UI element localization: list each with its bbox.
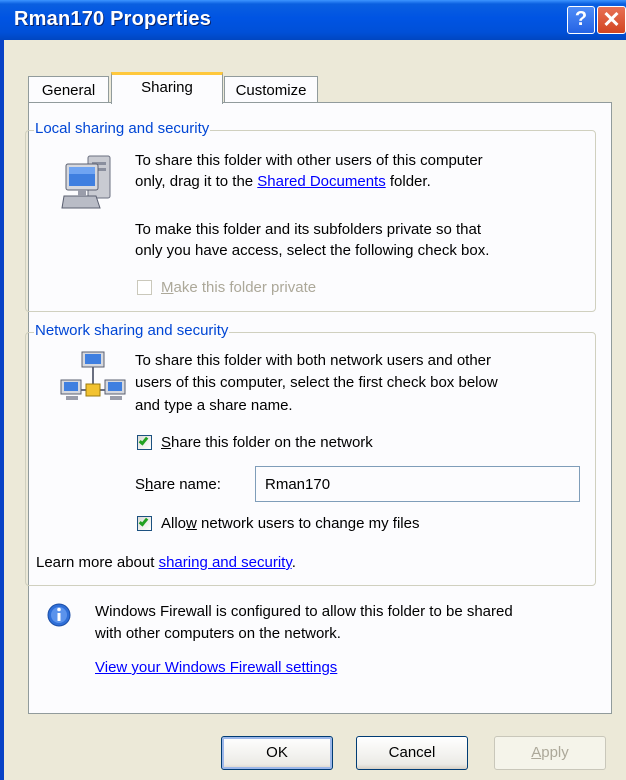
window-title: Rman170 Properties bbox=[14, 8, 212, 30]
apply-button-text: pply bbox=[541, 744, 569, 761]
title-bar[interactable]: Rman170 Properties ? ✕ bbox=[0, 0, 626, 40]
allow-change-files-checkbox[interactable] bbox=[137, 516, 152, 531]
make-private-label: Make this folder private bbox=[161, 278, 316, 298]
learn-more-suffix: . bbox=[291, 554, 296, 571]
share-name-input[interactable] bbox=[255, 466, 580, 502]
network-sharing-group-title: Network sharing and security bbox=[34, 322, 230, 339]
learn-more-line: Learn more about sharing and security. bbox=[36, 553, 296, 573]
shared-documents-link[interactable]: Shared Documents bbox=[257, 173, 385, 190]
local-description-line2-text: only, drag it to the bbox=[135, 173, 254, 190]
make-private-checkbox[interactable] bbox=[137, 280, 152, 295]
network-description-line1: To share this folder with both network u… bbox=[135, 352, 492, 369]
learn-more-prefix: Learn more about bbox=[36, 554, 155, 571]
make-private-label-accesskey: M bbox=[161, 279, 174, 296]
tab-sharing[interactable]: Sharing bbox=[111, 72, 223, 104]
share-on-network-text: hare this folder on the network bbox=[171, 434, 373, 451]
network-icon bbox=[60, 351, 126, 400]
help-button[interactable]: ? bbox=[567, 6, 595, 34]
apply-button[interactable]: Apply bbox=[494, 736, 606, 770]
local-description-line1: To share this folder with other users of… bbox=[135, 152, 483, 169]
local-description-line2-end: folder. bbox=[389, 173, 431, 190]
share-name-label-start: S bbox=[135, 476, 146, 493]
share-on-network-label: Share this folder on the network bbox=[161, 433, 373, 453]
window-left-border bbox=[0, 40, 4, 780]
share-name-label: Share name: bbox=[135, 475, 221, 495]
make-private-label-text: ake this folder private bbox=[173, 279, 317, 296]
allow-change-files-text-end: network users to change my files bbox=[196, 515, 420, 532]
properties-dialog: Rman170 Properties ? ✕ General Sharing C… bbox=[0, 0, 626, 780]
firewall-message-line2: with other computers on the network. bbox=[95, 625, 341, 642]
tab-general[interactable]: General bbox=[28, 76, 109, 103]
sharing-security-link[interactable]: sharing and security bbox=[159, 554, 292, 571]
info-icon bbox=[47, 603, 71, 627]
allow-change-files-text-start: Allo bbox=[161, 515, 187, 532]
computer-icon bbox=[61, 155, 111, 209]
share-on-network-checkbox[interactable] bbox=[137, 435, 152, 450]
share-on-network-accesskey: S bbox=[161, 434, 172, 451]
checkmark-icon bbox=[138, 435, 149, 446]
cancel-button[interactable]: Cancel bbox=[356, 736, 468, 770]
share-name-label-end: are name: bbox=[153, 476, 221, 493]
local-description-line2: only, drag it to the Shared Documents fo… bbox=[135, 172, 431, 192]
apply-button-accesskey: A bbox=[531, 744, 542, 761]
firewall-message-line1: Windows Firewall is configured to allow … bbox=[95, 603, 513, 620]
allow-change-files-accesskey: w bbox=[186, 515, 197, 532]
network-description-line3: and type a share name. bbox=[135, 397, 293, 414]
network-description-line2: users of this computer, select the first… bbox=[135, 374, 498, 391]
firewall-settings-link[interactable]: View your Windows Firewall settings bbox=[95, 658, 337, 678]
ok-button[interactable]: OK bbox=[221, 736, 333, 770]
tab-customize[interactable]: Customize bbox=[224, 76, 318, 103]
close-button[interactable]: ✕ bbox=[597, 6, 626, 34]
private-description-line1: To make this folder and its subfolders p… bbox=[135, 221, 482, 238]
checkmark-icon bbox=[138, 516, 149, 527]
local-sharing-group-title: Local sharing and security bbox=[34, 120, 211, 137]
private-description-line2: only you have access, select the followi… bbox=[135, 242, 490, 259]
allow-change-files-label: Allow network users to change my files bbox=[161, 514, 419, 534]
